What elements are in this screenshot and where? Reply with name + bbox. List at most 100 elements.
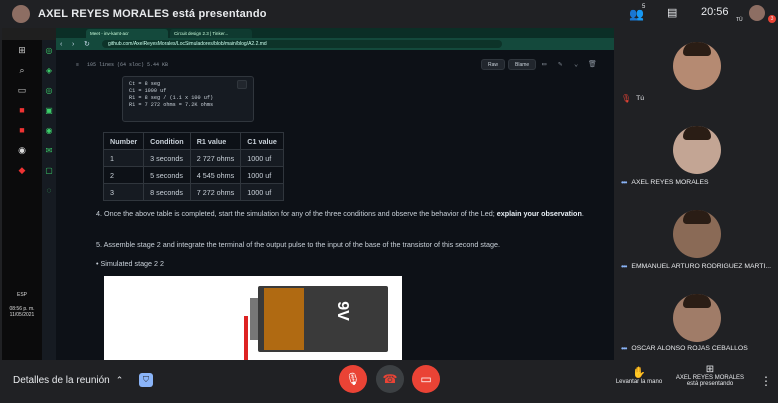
browser-window: Meet - inv-kamt-acr Circuit design 2.3 |… xyxy=(56,28,614,360)
app-icon: ◎ xyxy=(45,85,53,95)
blame-button[interactable]: Blame xyxy=(508,59,537,70)
taskbar-clock: 08:56 p. m. 11/05/2021 xyxy=(2,306,42,318)
step-4-bold: explain your observation xyxy=(496,209,582,218)
list-icon[interactable]: ≡ xyxy=(76,62,79,68)
taskview-icon: ▭ xyxy=(17,84,27,95)
speaking-icon: ••• xyxy=(621,178,627,187)
app-icon: ▣ xyxy=(45,105,53,115)
table-cell: 2 727 ohms xyxy=(189,149,242,167)
simulation-image: 9V xyxy=(104,276,402,360)
code-block: Ct = 8 seg C1 = 1000 uf R1 = 8 seg / (1.… xyxy=(122,76,254,122)
mic-off-icon: 🎙 xyxy=(621,94,632,103)
participant-label: OSCAR ALONSO ROJAS CEBALLOS xyxy=(631,345,748,352)
self-label: TÚ xyxy=(736,17,743,23)
presenter-status-label: está presentando xyxy=(686,381,734,387)
reload-icon[interactable]: ↻ xyxy=(84,40,96,48)
people-count: 5 xyxy=(642,4,646,10)
app-icon: ◌ xyxy=(46,185,52,195)
table-cell: 1000 uf xyxy=(240,149,284,167)
table-cell: 8 seconds xyxy=(143,183,191,201)
table-header: Condition xyxy=(143,132,191,150)
battery-cap xyxy=(264,288,304,350)
chrome-icon: ◉ xyxy=(18,144,26,155)
avatar xyxy=(673,210,721,258)
participant-name: ••• EMMANUEL ARTURO RODRIGUEZ MARTI... xyxy=(621,262,771,271)
participant-name: 🎙 Tú xyxy=(621,94,644,103)
more-options-icon[interactable]: ⋮ xyxy=(760,374,772,388)
avatar xyxy=(673,126,721,174)
app-icon: ✉ xyxy=(45,145,53,155)
raise-hand-button[interactable]: ✋ Levantar la mano xyxy=(604,366,674,385)
browser-side-apps: ◎ ◈ ◎ ▣ ◉ ✉ ▢ ◌ xyxy=(42,40,56,360)
shield-icon[interactable]: ⛉ xyxy=(139,373,153,387)
table-cell: 1 xyxy=(102,149,145,167)
participant-tile: 🎙 Tú xyxy=(615,38,778,123)
values-table: Number Condition R1 value C1 value 1 3 s… xyxy=(102,132,284,201)
mic-off-icon: 🎙 xyxy=(345,372,361,386)
address-bar[interactable]: github.com/AxelReyesMorales/LocSimulador… xyxy=(102,40,502,48)
chat-icon[interactable]: ▤ xyxy=(667,6,677,19)
hangup-icon: ☎ xyxy=(382,372,398,386)
presenting-button[interactable]: ⊞ AXEL REYES MORALES está presentando xyxy=(672,364,748,387)
browser-toolbar: ‹ › ↻ github.com/AxelReyesMorales/LocSim… xyxy=(56,38,614,50)
code-line: Ct = 8 seg xyxy=(129,81,161,87)
participant-name: ••• AXEL REYES MORALES xyxy=(621,178,709,187)
participant-tile: ••• AXEL REYES MORALES xyxy=(615,122,778,207)
forward-icon[interactable]: › xyxy=(72,41,84,48)
presenter-banner: AXEL REYES MORALES está presentando xyxy=(0,0,615,28)
table-header-row: Number Condition R1 value C1 value xyxy=(102,132,284,150)
self-avatar[interactable] xyxy=(749,5,765,21)
tab-tinkercad[interactable]: Circuit design 2.3 | Tinker... xyxy=(170,29,252,38)
panel-header: 👥 5 ▤ 20:56 TÚ 3 xyxy=(615,0,778,28)
shared-screen: ⊞ ⌕ ▭ ■ ■ ◉ ◆ ESP 08:56 p. m. 11/05/2021… xyxy=(2,28,614,360)
table-cell: 1000 uf xyxy=(240,166,284,184)
table-cell: 2 xyxy=(102,166,145,184)
participant-tile: ••• EMMANUEL ARTURO RODRIGUEZ MARTI... xyxy=(615,206,778,291)
participant-name: ••• OSCAR ALONSO ROJAS CEBALLOS xyxy=(621,344,748,353)
step-4-end: . xyxy=(581,209,584,218)
raw-button[interactable]: Raw xyxy=(481,59,506,70)
taskbar-date: 11/05/2021 xyxy=(9,312,35,318)
meeting-details-button[interactable]: Detalles de la reunión ⌃ xyxy=(13,375,123,386)
participant-label: Tú xyxy=(636,95,645,102)
step-4-paragraph: 4. Once the above table is completed, st… xyxy=(96,208,606,219)
edit-icon[interactable]: ✎ xyxy=(558,60,562,69)
avatar xyxy=(673,294,721,342)
app-icon: ◈ xyxy=(45,65,53,75)
presenter-title: AXEL REYES MORALES está presentando xyxy=(38,8,267,20)
code-line: R1 = 7 272 ohms = 7.2K ohms xyxy=(129,102,214,108)
speaking-icon: ••• xyxy=(621,344,627,353)
table-cell: 5 seconds xyxy=(143,166,191,184)
file-header: ≡ 105 lines (64 sloc) 5.44 KB Raw Blame … xyxy=(76,58,597,72)
bullet-item: • Simulated stage 2 2 xyxy=(96,258,606,269)
more-icon[interactable]: ⌄ xyxy=(574,60,578,69)
tab-meet[interactable]: Meet - inv-kamt-acr xyxy=(86,29,168,38)
chevron-up-icon: ⌃ xyxy=(115,375,124,385)
code-line: R1 = 8 seg / (1.1 x 100 uf) xyxy=(129,95,214,101)
meeting-controls-bar: Detalles de la reunión ⌃ ⛉ 🎙 ☎ ▭ ✋ Levan… xyxy=(0,360,778,403)
mic-toggle-button[interactable]: 🎙 xyxy=(339,365,367,393)
present-icon: ⊞ xyxy=(705,364,715,375)
meeting-details-label: Detalles de la reunión xyxy=(13,375,110,386)
app-icon: ◉ xyxy=(45,125,53,135)
windows-taskbar: ⊞ ⌕ ▭ ■ ■ ◉ ◆ ESP 08:56 p. m. 11/05/2021 xyxy=(2,40,42,360)
windows-start-icon: ⊞ xyxy=(18,44,26,55)
clock-time: 20:56 xyxy=(701,6,729,18)
back-icon[interactable]: ‹ xyxy=(60,41,72,48)
leave-call-button[interactable]: ☎ xyxy=(376,365,404,393)
code-line: C1 = 1000 uf xyxy=(129,88,167,94)
speaking-icon: ••• xyxy=(621,262,627,271)
participants-panel: 👥 5 ▤ 20:56 TÚ 3 🎙 Tú ••• AXEL REYES MOR… xyxy=(615,0,778,360)
presenter-avatar xyxy=(12,5,30,23)
copy-button[interactable] xyxy=(237,80,247,89)
delete-icon[interactable]: 🗑 xyxy=(588,60,597,69)
table-header: Number xyxy=(102,132,145,150)
display-icon[interactable]: ▭ xyxy=(542,60,546,69)
wire xyxy=(244,316,248,360)
table-cell: 3 xyxy=(102,183,145,201)
table-cell: 4 545 ohms xyxy=(189,166,242,184)
whatsapp-icon: ◎ xyxy=(45,45,53,55)
camera-toggle-button[interactable]: ▭ xyxy=(412,365,440,393)
participant-label: EMMANUEL ARTURO RODRIGUEZ MARTI... xyxy=(631,263,772,270)
table-header: C1 value xyxy=(240,132,284,150)
